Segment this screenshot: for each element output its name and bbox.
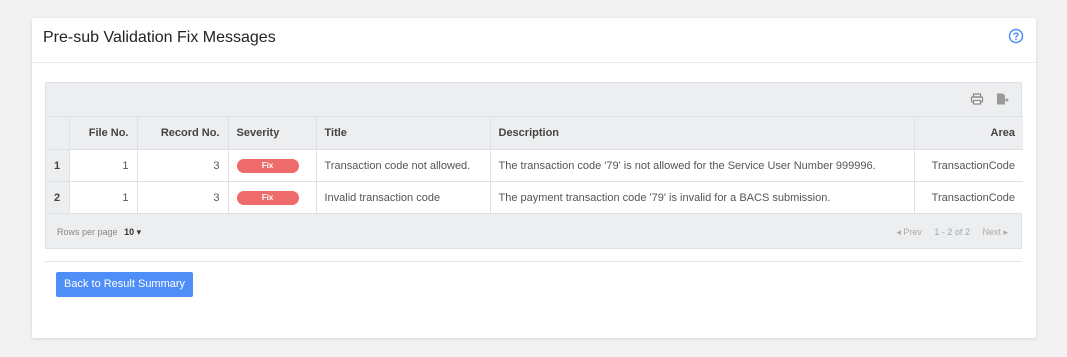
export-icon[interactable] — [995, 92, 1009, 106]
description-cell: The transaction code '79' is not allowed… — [490, 149, 915, 182]
back-to-result-summary-button[interactable]: Back to Result Summary — [56, 272, 194, 297]
table-row[interactable]: 1 1 3 Fix Transaction code not allowed. … — [46, 149, 1023, 182]
printer-icon[interactable] — [970, 92, 984, 106]
table-toolbar — [46, 83, 1021, 116]
row-index: 2 — [46, 181, 70, 213]
page-title: Pre-sub Validation Fix Messages — [43, 29, 276, 46]
column-header-record-no[interactable]: Record No. — [137, 116, 229, 150]
results-table: File No. Record No. Severity Title Descr… — [46, 116, 1023, 213]
column-header-file-no[interactable]: File No. — [69, 116, 138, 150]
column-header-title[interactable]: Title — [316, 116, 491, 150]
description-cell: The payment transaction code '79' is inv… — [490, 181, 915, 213]
prev-page-button[interactable]: ◂ Prev — [896, 227, 922, 237]
column-header-severity[interactable]: Severity — [228, 116, 317, 150]
pagination: ◂ Prev 1 - 2 of 2 Next ▸ — [886, 227, 1008, 238]
title-cell: Invalid transaction code — [316, 181, 491, 213]
table-header-row: File No. Record No. Severity Title Descr… — [46, 116, 1023, 150]
file-no-cell: 1 — [69, 181, 138, 213]
column-header-description[interactable]: Description — [490, 116, 915, 150]
file-no-cell: 1 — [69, 149, 138, 182]
area-cell: TransactionCode — [914, 149, 1023, 182]
record-no-cell: 3 — [137, 149, 229, 182]
severity-badge: Fix — [236, 190, 299, 205]
rows-per-page-label: Rows per page — [57, 227, 118, 237]
column-header-index — [46, 116, 70, 150]
title-cell: Transaction code not allowed. — [316, 149, 491, 182]
severity-cell: Fix — [228, 149, 317, 182]
help-circle-icon[interactable] — [1008, 28, 1024, 44]
record-no-cell: 3 — [137, 181, 229, 213]
area-cell: TransactionCode — [914, 181, 1023, 213]
card-header: Pre-sub Validation Fix Messages — [32, 18, 1036, 63]
column-header-area[interactable]: Area — [914, 116, 1023, 150]
next-page-button[interactable]: Next ▸ — [982, 227, 1008, 237]
table-footer: Rows per page 10 ▾ ◂ Prev 1 - 2 of 2 Nex… — [46, 213, 1021, 251]
page-range: 1 - 2 of 2 — [934, 227, 970, 237]
table-row[interactable]: 2 1 3 Fix Invalid transaction code The p… — [46, 181, 1023, 213]
results-table-container: File No. Record No. Severity Title Descr… — [45, 82, 1023, 251]
validation-card: Pre-sub Validation Fix Messages File No.… — [32, 18, 1036, 338]
severity-cell: Fix — [228, 181, 317, 213]
severity-badge: Fix — [236, 158, 299, 173]
row-index: 1 — [46, 149, 70, 182]
rows-per-page-select[interactable]: 10 ▾ — [124, 227, 141, 237]
rows-per-page: Rows per page 10 ▾ — [57, 227, 141, 238]
divider — [45, 261, 1022, 262]
